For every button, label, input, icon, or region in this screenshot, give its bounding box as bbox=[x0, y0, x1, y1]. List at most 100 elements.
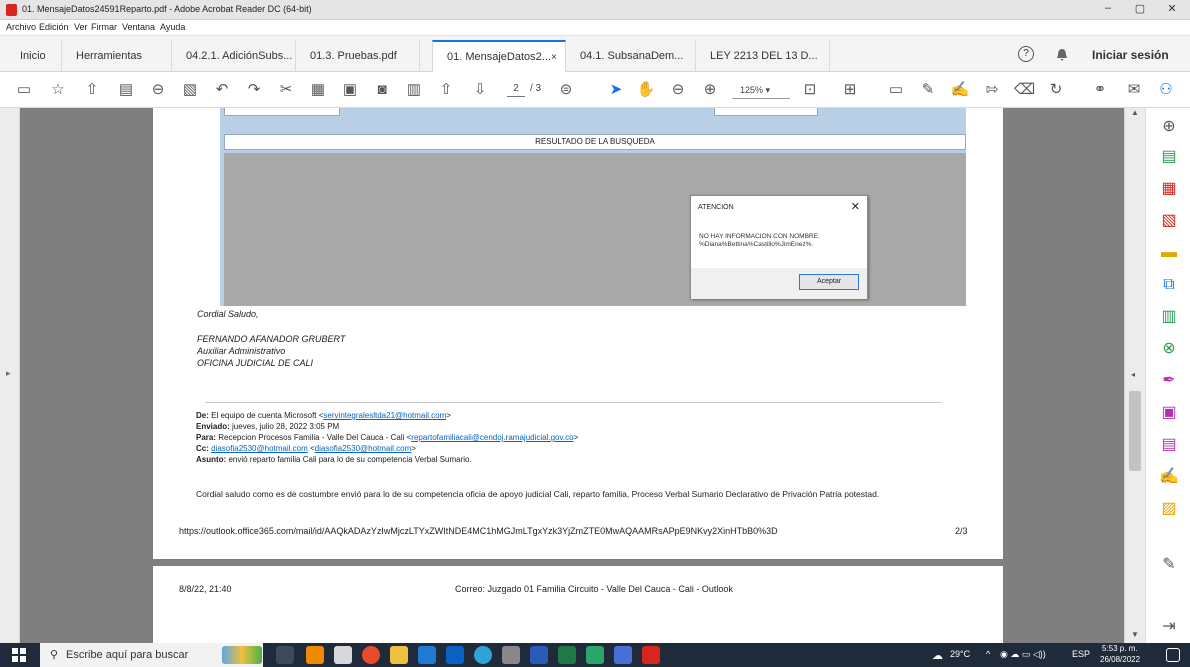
tray-chevron-icon[interactable]: ^ bbox=[986, 649, 990, 659]
maximize-button[interactable]: ▢ bbox=[1130, 2, 1150, 15]
cc-email-link[interactable]: diasofia2530@hotmail.com bbox=[315, 444, 412, 453]
left-panel-toggle[interactable]: ▸ bbox=[0, 108, 20, 643]
scroll-down-icon[interactable]: ▼ bbox=[1131, 630, 1139, 639]
send-for-signature-icon[interactable]: ✍ bbox=[1158, 466, 1180, 488]
notifications-icon[interactable] bbox=[1166, 648, 1180, 662]
print-icon[interactable]: ▤ bbox=[116, 80, 136, 100]
outlook-icon[interactable] bbox=[446, 646, 464, 664]
create-pdf-tool-icon[interactable]: ▤ bbox=[1158, 146, 1180, 168]
tab-document[interactable]: 04.2.1. AdiciónSubs... bbox=[172, 40, 296, 72]
app-icon[interactable] bbox=[614, 646, 632, 664]
previous-page-icon[interactable]: ⇧ bbox=[436, 80, 456, 100]
screenshot-icon[interactable]: ◙ bbox=[372, 80, 392, 100]
weather-icon[interactable]: ☁ bbox=[932, 649, 943, 662]
export-pdf-icon[interactable]: ▧ bbox=[1158, 210, 1180, 232]
signin-button[interactable]: Iniciar sesión bbox=[1092, 48, 1169, 62]
tab-inicio[interactable]: Inicio bbox=[6, 40, 62, 72]
scroll-mode-icon[interactable]: ⊞ bbox=[840, 80, 860, 100]
close-tab-icon[interactable]: × bbox=[551, 52, 557, 63]
weather-temp[interactable]: 29°C bbox=[950, 649, 970, 659]
vertical-scrollbar[interactable]: ▲ ◂ ▼ bbox=[1124, 108, 1145, 643]
tray-icons[interactable]: ◉ ☁ ▭ ◁)) bbox=[1000, 649, 1046, 660]
export-tool-icon[interactable]: ▨ bbox=[1158, 498, 1180, 520]
protect-icon[interactable]: ▣ bbox=[1158, 402, 1180, 424]
tab-document[interactable]: LEY 2213 DEL 13 D... bbox=[696, 40, 830, 72]
menu-edicion[interactable]: Edición bbox=[39, 22, 69, 32]
organize-pages-icon[interactable]: ▦ bbox=[1158, 178, 1180, 200]
tab-document-active[interactable]: 01. MensajeDatos2... × bbox=[432, 40, 566, 72]
read-mode-icon[interactable]: ⊜ bbox=[556, 80, 576, 100]
from-email-link[interactable]: servintegralesltda21@hotmail.com bbox=[323, 411, 446, 420]
clipboard-icon[interactable]: ▣ bbox=[340, 80, 360, 100]
widgets-icon[interactable] bbox=[222, 646, 262, 664]
notifications-bell-icon[interactable] bbox=[1056, 48, 1068, 65]
close-window-button[interactable]: ✕ bbox=[1162, 2, 1182, 15]
edit-text-icon[interactable]: ▦ bbox=[308, 80, 328, 100]
zoom-search-icon[interactable]: ⊕ bbox=[1158, 116, 1180, 138]
file-explorer-icon[interactable] bbox=[390, 646, 408, 664]
minimize-button[interactable]: – bbox=[1098, 2, 1118, 14]
chrome-icon[interactable] bbox=[362, 646, 380, 664]
pen-icon[interactable]: ✎ bbox=[918, 80, 938, 100]
select-cursor-icon[interactable]: ➤ bbox=[606, 80, 626, 100]
collapse-left-icon[interactable]: ◂ bbox=[1131, 370, 1135, 379]
clock-time[interactable]: 5:53 p. m. bbox=[1102, 644, 1138, 653]
zoom-in-icon[interactable]: ⊕ bbox=[700, 80, 720, 100]
language-indicator[interactable]: ESP bbox=[1072, 649, 1090, 659]
zoom-select[interactable]: 125% ▾ bbox=[732, 81, 790, 99]
page-number-input[interactable]: 2 bbox=[507, 81, 525, 97]
tab-herramientas[interactable]: Herramientas bbox=[62, 40, 172, 72]
undo-icon[interactable]: ↶ bbox=[212, 80, 232, 100]
upload-cloud-icon[interactable]: ⇧ bbox=[82, 80, 102, 100]
hand-tool-icon[interactable]: ✋ bbox=[636, 80, 656, 100]
vlc-icon[interactable] bbox=[306, 646, 324, 664]
tab-document[interactable]: 01.3. Pruebas.pdf bbox=[296, 40, 420, 72]
app-icon[interactable] bbox=[502, 646, 520, 664]
delete-icon[interactable]: ⌫ bbox=[1014, 80, 1035, 100]
to-email-link[interactable]: repartofamiliacali@cendoj.ramajudicial.g… bbox=[411, 433, 573, 442]
fill-sign-tool-icon[interactable]: ✒ bbox=[1158, 370, 1180, 392]
expand-right-icon[interactable]: ▸ bbox=[6, 368, 11, 379]
help-icon[interactable]: ? bbox=[1018, 46, 1034, 62]
edge-icon[interactable] bbox=[474, 646, 492, 664]
collapse-panel-icon[interactable]: ⇥ bbox=[1158, 616, 1180, 638]
comment-tool-icon[interactable]: ▬ bbox=[1158, 242, 1180, 264]
email-icon[interactable]: ✉ bbox=[1124, 80, 1144, 100]
scroll-thumb[interactable] bbox=[1129, 391, 1141, 471]
menu-archivo[interactable]: Archivo bbox=[6, 22, 36, 32]
create-pdf-icon[interactable]: ▧ bbox=[180, 80, 200, 100]
menu-firmar[interactable]: Firmar bbox=[91, 22, 117, 32]
scroll-up-icon[interactable]: ▲ bbox=[1131, 108, 1139, 117]
bookmark-star-icon[interactable]: ☆ bbox=[48, 80, 68, 100]
combine-files-icon[interactable]: ⧉ bbox=[1158, 274, 1180, 296]
compress-icon[interactable]: ▥ bbox=[1158, 306, 1180, 328]
share-user-icon[interactable]: ⚇ bbox=[1156, 80, 1176, 100]
task-view-icon[interactable] bbox=[276, 646, 294, 664]
mail-icon[interactable] bbox=[418, 646, 436, 664]
zoom-out-icon[interactable]: ⊖ bbox=[668, 80, 688, 100]
app-icon[interactable] bbox=[334, 646, 352, 664]
menu-ventana[interactable]: Ventana bbox=[122, 22, 155, 32]
fit-page-icon[interactable]: ⊡ bbox=[800, 80, 820, 100]
link-icon[interactable]: ⚭ bbox=[1090, 80, 1110, 100]
word-icon[interactable] bbox=[530, 646, 548, 664]
redo-icon[interactable]: ↷ bbox=[244, 80, 264, 100]
document-viewer[interactable]: ▸ RESULTADO DE LA BUSQUEDA ATENCIÓN ✕ NO… bbox=[0, 108, 1145, 643]
scissors-icon[interactable]: ✂ bbox=[276, 80, 296, 100]
menu-ayuda[interactable]: Ayuda bbox=[160, 22, 185, 32]
comment-icon[interactable]: ▭ bbox=[886, 80, 906, 100]
app-icon[interactable] bbox=[586, 646, 604, 664]
find-zoom-icon[interactable]: ⊖ bbox=[148, 80, 168, 100]
windows-start-icon[interactable] bbox=[12, 648, 26, 662]
more-tools-icon[interactable]: ✎ bbox=[1158, 554, 1180, 576]
tab-document[interactable]: 04.1. SubsanaDem... bbox=[566, 40, 696, 72]
excel-icon[interactable] bbox=[558, 646, 576, 664]
sign-icon[interactable]: ✍ bbox=[950, 80, 970, 100]
fill-sign-icon[interactable]: ⇰ bbox=[982, 80, 1002, 100]
menu-ver[interactable]: Ver bbox=[74, 22, 88, 32]
redact-icon[interactable]: ▤ bbox=[1158, 434, 1180, 456]
save-icon[interactable]: ▭ bbox=[14, 80, 34, 100]
clock-date[interactable]: 26/08/2022 bbox=[1100, 655, 1140, 664]
acrobat-taskbar-icon[interactable] bbox=[642, 646, 660, 664]
cc-email-link[interactable]: diasofia2530@hotmail.com bbox=[211, 444, 308, 453]
